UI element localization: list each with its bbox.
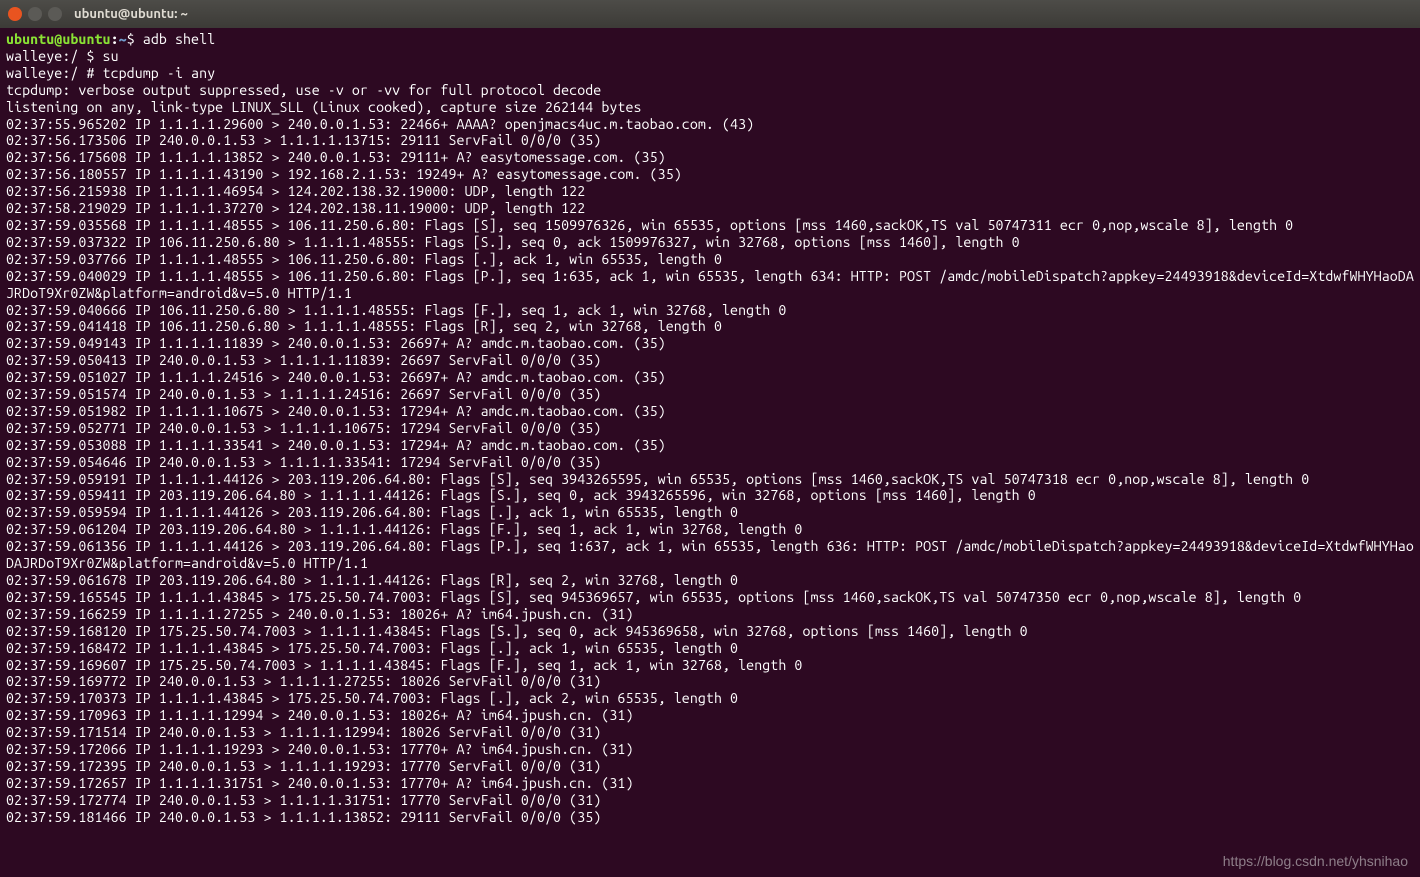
shell-prompt-2: walleye:/ $ su <box>6 48 119 64</box>
prompt-userhost: ubuntu@ubuntu <box>6 31 111 47</box>
shell-prompt-3: walleye:/ # tcpdump -i any <box>6 65 215 81</box>
terminal-output: tcpdump: verbose output suppressed, use … <box>6 82 1414 826</box>
command-input: adb shell <box>143 31 215 47</box>
prompt-colon: : <box>111 31 119 47</box>
prompt-symbol: $ <box>127 31 143 47</box>
watermark: https://blog.csdn.net/yhsnihao <box>1223 853 1408 869</box>
close-icon[interactable] <box>8 7 22 21</box>
maximize-icon[interactable] <box>48 7 62 21</box>
terminal-viewport[interactable]: ubuntu@ubuntu:~$ adb shell walleye:/ $ s… <box>0 28 1420 877</box>
minimize-icon[interactable] <box>28 7 42 21</box>
window-title: ubuntu@ubuntu: ~ <box>74 7 188 21</box>
prompt-path: ~ <box>119 31 127 47</box>
window-titlebar: ubuntu@ubuntu: ~ <box>0 0 1420 28</box>
